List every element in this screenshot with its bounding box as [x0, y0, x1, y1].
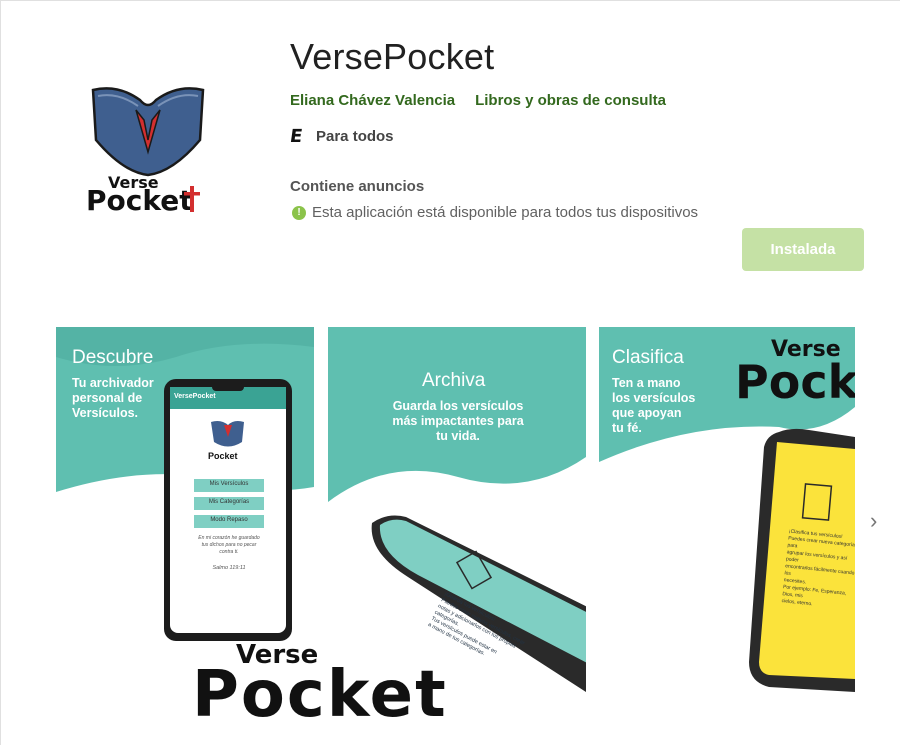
chevron-right-icon[interactable]: ›: [870, 508, 877, 534]
verse-line: En mi corazón he guardado: [198, 535, 260, 541]
screenshot-2-heading: Archiva: [422, 370, 486, 391]
sub-line: tu fé.: [612, 421, 642, 435]
phone-logo: Pocket: [208, 451, 238, 461]
sub-line: personal de: [72, 391, 143, 405]
app-title: VersePocket: [290, 36, 495, 77]
screenshot-3-heading: Clasifica: [612, 347, 684, 368]
screenshot-3-logo: Verse Pocket: [735, 339, 855, 409]
screenshot-3[interactable]: Clasifica Ten a mano los versículos que …: [599, 327, 855, 692]
install-button[interactable]: Instalada: [742, 228, 864, 271]
developer-link[interactable]: Eliana Chávez Valencia: [290, 92, 455, 109]
verse-line: tus dichos para no pecar: [201, 542, 257, 548]
phone-verse-ref: Salmo 119:11: [212, 565, 246, 571]
screenshot-3-sub: Ten a mano los versículos que apoyan tu …: [612, 376, 695, 436]
content-rating-label: Para todos: [316, 128, 394, 145]
banner-logo: Verse Pocket: [192, 642, 448, 732]
category-link[interactable]: Libros y obras de consulta: [475, 92, 666, 109]
screenshot-2[interactable]: Archiva Guarda los versículos más impact…: [328, 327, 586, 692]
app-meta: Eliana Chávez Valencia Libros y obras de…: [290, 92, 666, 109]
availability: ! Esta aplicación está disponible para t…: [292, 204, 698, 221]
info-icon: !: [292, 205, 306, 220]
phone-button-3: Modo Repaso: [210, 517, 248, 523]
logo-word-bottom: Pocket: [86, 184, 193, 217]
sub-line: más impactantes para: [392, 414, 524, 428]
sub-line: Tu archivador: [72, 376, 154, 390]
phone-3-content: ¡Clasifica tus versículos! Puedes crear …: [781, 528, 855, 612]
logo-word-bottom: Pocket: [735, 355, 855, 409]
everyone-rating-icon: E: [288, 126, 304, 147]
phone-button-1: Mis Versículos: [209, 481, 249, 487]
contains-ads-label: Contiene anuncios: [290, 178, 425, 195]
screenshot-1-heading: Descubre: [72, 347, 154, 368]
app-icon: Verse Pocket: [86, 87, 205, 217]
sub-line: que apoyan: [612, 406, 682, 420]
screenshot-1[interactable]: Descubre Tu archivador personal de Versí…: [56, 327, 314, 692]
content-rating: E Para todos: [288, 126, 394, 147]
sub-line: Ten a mano: [612, 376, 681, 390]
phone-button-2: Mis Categorías: [208, 499, 250, 505]
screenshot-2-sub: Guarda los versículos más impactantes pa…: [388, 399, 528, 444]
sub-line: Guarda los versículos: [392, 399, 524, 413]
sub-line: Versículos.: [72, 406, 139, 420]
sub-line: tu vida.: [436, 429, 480, 443]
sub-line: los versículos: [612, 391, 696, 405]
screenshot-1-sub: Tu archivador personal de Versículos.: [72, 376, 154, 421]
banner-logo-bottom: Pocket: [192, 658, 448, 732]
phone-verse: En mi corazón he guardado tus dichos par…: [186, 535, 272, 556]
verse-line: contra ti.: [219, 549, 239, 555]
phone-appbar-title: VersePocket: [174, 393, 216, 400]
availability-text: Esta aplicación está disponible para tod…: [312, 204, 699, 221]
